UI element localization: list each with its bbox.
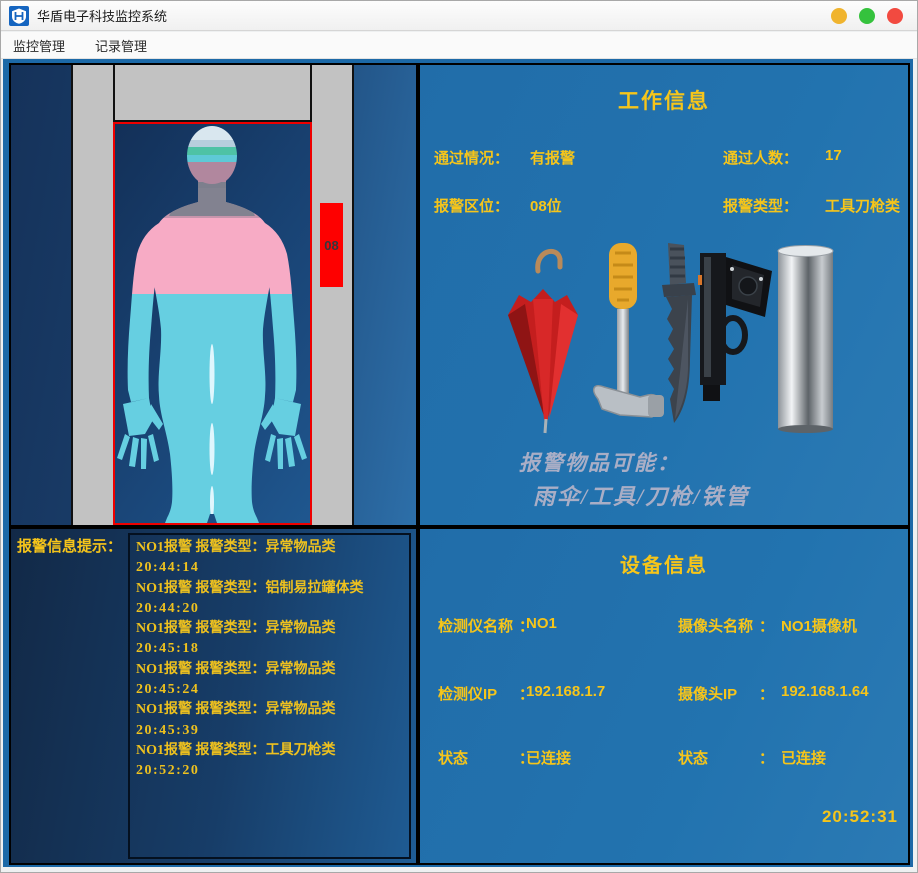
possible-items-title: 报警物品可能：	[519, 447, 918, 477]
umbrella-icon	[508, 251, 578, 433]
alarm-log-label: 报警信息提示：	[17, 535, 122, 556]
pistol-icon	[698, 253, 772, 401]
human-silhouette-scan	[115, 124, 310, 523]
alarm-log-panel: 报警信息提示： NO1报警 报警类型：异常物品类20:44:14NO1报警 报警…	[9, 527, 418, 865]
work-info-title: 工作信息	[420, 85, 908, 115]
system-clock: 20:52:31	[822, 807, 898, 827]
pass-count-label: 通过人数：	[723, 147, 798, 168]
alarm-entry: NO1报警 报警类型：异常物品类20:45:39	[136, 700, 403, 741]
camera-name-value: NO1摄像机	[781, 615, 857, 636]
alarm-items-graphic	[502, 239, 834, 435]
alarm-type-value: 工具刀枪类	[825, 195, 900, 216]
gate-left-pillar	[71, 65, 115, 525]
alarm-type-label: 报警类型：	[723, 195, 798, 216]
detector-name-value: NO1	[526, 615, 557, 632]
pass-count-value: 17	[825, 147, 842, 164]
alarm-entry: NO1报警 报警类型：铝制易拉罐体类20:44:20	[136, 579, 403, 620]
work-info-panel: 工作信息 通过情况： 有报警 通过人数： 17 报警区位： 08位 报警类型： …	[418, 63, 910, 527]
steel-pipe-icon	[778, 246, 833, 434]
gate-right-pillar	[310, 65, 354, 525]
menu-item-monitor-management[interactable]: 监控管理	[11, 34, 67, 57]
detector-status-label: 状态：	[438, 747, 534, 768]
detector-status-value: 已连接	[526, 747, 571, 768]
hammer-tool-icon	[594, 243, 664, 417]
app-logo-icon	[9, 6, 29, 26]
detector-ip-value: 192.168.1.7	[526, 683, 605, 700]
gate-lintel	[113, 65, 312, 122]
alarm-list[interactable]: NO1报警 报警类型：异常物品类20:44:14NO1报警 报警类型：铝制易拉罐…	[128, 533, 411, 859]
alarm-zone-indicator: 08	[320, 203, 343, 287]
camera-status-label: 状态：	[678, 747, 774, 768]
possible-items-list: 雨伞/工具/刀枪/铁管	[533, 479, 918, 511]
window-title: 华盾电子科技监控系统	[37, 6, 167, 25]
device-info-panel: 设备信息 检测仪名称： NO1 摄像头名称： NO1摄像机 检测仪IP： 192…	[418, 527, 910, 865]
camera-ip-label: 摄像头IP：	[678, 683, 774, 704]
app-window: 华盾电子科技监控系统 监控管理 记录管理	[0, 0, 918, 873]
device-info-title: 设备信息	[420, 549, 908, 578]
combat-knife-icon	[662, 243, 696, 423]
detector-name-label: 检测仪名称：	[438, 615, 534, 636]
pass-status-value: 有报警	[530, 147, 575, 168]
camera-ip-value: 192.168.1.64	[781, 683, 869, 700]
alarm-entry: NO1报警 报警类型：异常物品类20:45:24	[136, 660, 403, 701]
alarm-zone-value: 08位	[530, 195, 562, 216]
menu-bar: 监控管理 记录管理	[1, 32, 917, 59]
title-bar: 华盾电子科技监控系统	[1, 1, 917, 31]
scanner-panel: 08	[9, 63, 418, 527]
alarm-entry: NO1报警 报警类型：异常物品类20:45:18	[136, 619, 403, 660]
maximize-button[interactable]	[859, 8, 875, 24]
menu-item-record-management[interactable]: 记录管理	[93, 34, 149, 57]
close-button[interactable]	[887, 8, 903, 24]
body-scan-view	[113, 122, 312, 525]
alarm-entry: NO1报警 报警类型：工具刀枪类20:52:20	[136, 741, 403, 782]
minimize-button[interactable]	[831, 8, 847, 24]
pass-status-label: 通过情况：	[434, 147, 509, 168]
alarm-zone-label: 报警区位：	[434, 195, 509, 216]
camera-name-label: 摄像头名称：	[678, 615, 774, 636]
detector-ip-label: 检测仪IP：	[438, 683, 534, 704]
alarm-entry: NO1报警 报警类型：异常物品类20:44:14	[136, 538, 403, 579]
main-content: 08 工作信息 通过情况： 有报警 通过人数： 17 报警区位： 08位 报警类…	[3, 59, 913, 867]
camera-status-value: 已连接	[781, 747, 826, 768]
